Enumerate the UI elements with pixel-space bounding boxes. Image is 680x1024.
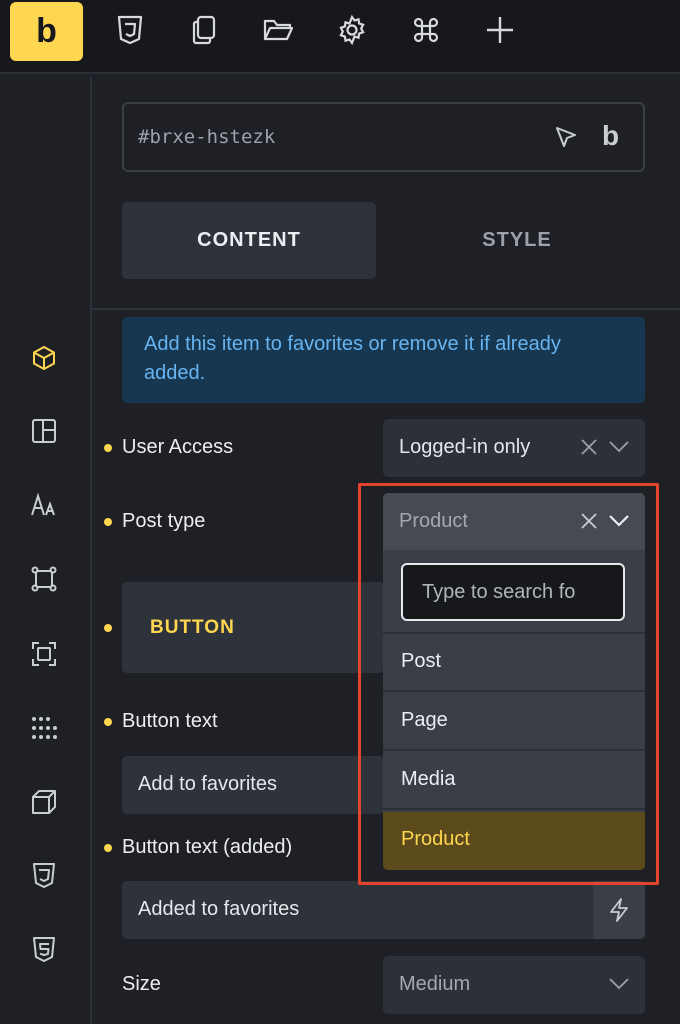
command-icon[interactable] bbox=[406, 10, 446, 50]
option-label: Media bbox=[401, 768, 456, 790]
dropdown-option-product[interactable]: Product bbox=[383, 812, 645, 870]
clear-icon[interactable] bbox=[580, 512, 598, 530]
field-dot bbox=[104, 718, 112, 726]
post-type-select[interactable]: Product bbox=[383, 493, 645, 550]
element-id: #brxe-hstezk bbox=[138, 126, 276, 148]
plus-icon[interactable] bbox=[480, 10, 520, 50]
bricks-logo[interactable]: b bbox=[10, 2, 83, 61]
bolt-icon bbox=[610, 898, 628, 922]
field-dot bbox=[104, 624, 112, 632]
field-dot bbox=[104, 518, 112, 526]
chevron-down-icon[interactable] bbox=[608, 977, 630, 991]
cube-icon[interactable] bbox=[26, 340, 62, 376]
bricks-b-icon[interactable]: b bbox=[602, 120, 619, 152]
pointer-icon[interactable] bbox=[552, 124, 580, 152]
field-dot bbox=[104, 844, 112, 852]
size-select[interactable]: Medium bbox=[383, 956, 645, 1014]
chevron-down-icon[interactable] bbox=[608, 514, 630, 528]
clear-icon[interactable] bbox=[580, 438, 598, 456]
button-group-label: BUTTON bbox=[150, 617, 235, 638]
settings-panel: #brxe-hstezk b CONTENT STYLE Add this it… bbox=[92, 76, 680, 1024]
button-text-added-label: Button text (added) bbox=[122, 836, 293, 858]
post-type-label: Post type bbox=[122, 510, 206, 532]
size-label: Size bbox=[122, 973, 161, 995]
element-id-field[interactable]: #brxe-hstezk b bbox=[122, 102, 645, 172]
button-text-label: Button text bbox=[122, 710, 218, 732]
divider bbox=[92, 308, 680, 310]
dropdown-option-page[interactable]: Page bbox=[383, 693, 645, 751]
post-type-value: Product bbox=[399, 510, 468, 532]
folder-icon[interactable] bbox=[258, 10, 298, 50]
user-access-value: Logged-in only bbox=[399, 436, 531, 458]
layout-icon[interactable] bbox=[26, 413, 62, 449]
css3-icon[interactable] bbox=[26, 857, 62, 893]
dynamic-data-button[interactable] bbox=[593, 881, 645, 939]
top-toolbar: b bbox=[0, 0, 680, 74]
tab-content[interactable]: CONTENT bbox=[122, 202, 376, 279]
chevron-down-icon[interactable] bbox=[608, 440, 630, 454]
user-access-select[interactable]: Logged-in only bbox=[383, 419, 645, 477]
pages-icon[interactable] bbox=[184, 10, 224, 50]
tab-style[interactable]: STYLE bbox=[388, 202, 646, 279]
gear-icon[interactable] bbox=[332, 10, 372, 50]
element-rail bbox=[0, 76, 92, 1024]
frame-icon[interactable] bbox=[26, 561, 62, 597]
css3-icon[interactable] bbox=[110, 10, 150, 50]
user-access-label: User Access bbox=[122, 436, 234, 458]
dropdown-search-input[interactable] bbox=[401, 563, 625, 621]
grid-dots-icon[interactable] bbox=[26, 710, 62, 746]
html5-icon[interactable] bbox=[26, 931, 62, 967]
button-text-added-input[interactable]: Added to favorites bbox=[122, 881, 593, 939]
button-group-toggle[interactable]: BUTTON bbox=[122, 582, 384, 673]
button-text-added-value: Added to favorites bbox=[138, 898, 300, 920]
button-text-value: Add to favorites bbox=[138, 773, 277, 795]
size-value: Medium bbox=[399, 973, 471, 995]
info-notice: Add this item to favorites or remove it … bbox=[122, 317, 645, 403]
dropdown-option-media[interactable]: Media bbox=[383, 752, 645, 810]
field-dot bbox=[104, 444, 112, 452]
dropdown-search-area bbox=[383, 551, 645, 634]
option-label: Post bbox=[401, 650, 442, 672]
typography-icon[interactable] bbox=[26, 487, 62, 523]
post-type-dropdown[interactable]: Product Post Page Media Product bbox=[383, 493, 645, 870]
option-label: Page bbox=[401, 709, 448, 731]
dropdown-option-post[interactable]: Post bbox=[383, 634, 645, 692]
option-label: Product bbox=[401, 828, 470, 850]
button-text-input[interactable]: Add to favorites bbox=[122, 756, 384, 814]
box-3d-icon[interactable] bbox=[26, 784, 62, 820]
focus-icon[interactable] bbox=[26, 636, 62, 672]
